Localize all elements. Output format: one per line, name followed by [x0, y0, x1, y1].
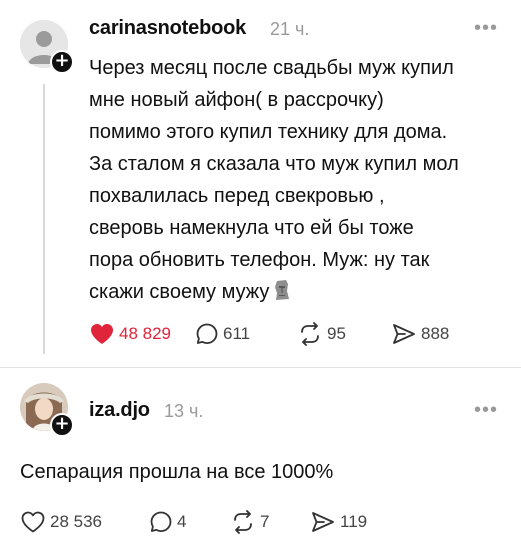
like-button[interactable]: 48 829: [89, 322, 195, 346]
repost-button[interactable]: 95: [297, 322, 391, 346]
post-text: Через месяц после свадьбы муж купил мне …: [89, 52, 509, 311]
moai-icon: [272, 279, 292, 311]
reply-button[interactable]: 611: [195, 322, 297, 346]
follow-plus-icon[interactable]: +: [50, 50, 74, 74]
heart-filled-icon: [91, 324, 113, 344]
more-dots-icon[interactable]: •••: [474, 400, 498, 420]
repost-icon: [234, 510, 252, 534]
share-button[interactable]: 888: [391, 322, 449, 346]
username[interactable]: iza.djo: [89, 399, 150, 422]
thread-post: + carinasnotebook 21 ч. ••• Через месяц …: [0, 0, 521, 368]
reply-bubble-icon: [196, 323, 218, 344]
post-actions: 48 829 611 95 888: [89, 322, 449, 346]
share-count: 119: [340, 512, 368, 531]
post-actions: 28 536 4 7 119: [20, 510, 367, 534]
reply-button[interactable]: 4: [149, 510, 230, 534]
share-count: 888: [421, 324, 450, 343]
send-icon: [312, 512, 334, 532]
like-button[interactable]: 28 536: [20, 510, 149, 534]
username[interactable]: carinasnotebook: [89, 17, 246, 40]
post-text: Сепарация прошла на все 1000%: [20, 461, 334, 483]
follow-plus-icon[interactable]: +: [50, 413, 74, 437]
like-count: 28 536: [50, 512, 102, 531]
more-dots-icon[interactable]: •••: [474, 18, 498, 38]
send-icon: [393, 324, 415, 344]
timestamp[interactable]: 13 ч.: [164, 401, 203, 422]
reply-count: 611: [223, 324, 251, 343]
post-text-content: Через месяц после свадьбы муж купил мне …: [89, 57, 459, 303]
heart-outline-icon: [21, 511, 45, 533]
thread-connector-line: [43, 84, 45, 354]
repost-button[interactable]: 7: [230, 510, 310, 534]
repost-icon: [301, 322, 319, 346]
repost-count: 7: [260, 512, 270, 531]
thread-post: + iza.djo 13 ч. ••• Сепарация прошла на …: [0, 368, 521, 556]
timestamp[interactable]: 21 ч.: [270, 19, 309, 40]
share-button[interactable]: 119: [310, 510, 367, 534]
avatar[interactable]: +: [20, 20, 74, 74]
reply-bubble-icon: [150, 511, 172, 532]
reply-count: 4: [177, 512, 187, 531]
repost-count: 95: [327, 324, 346, 343]
like-count: 48 829: [119, 324, 171, 343]
avatar[interactable]: +: [20, 383, 74, 437]
